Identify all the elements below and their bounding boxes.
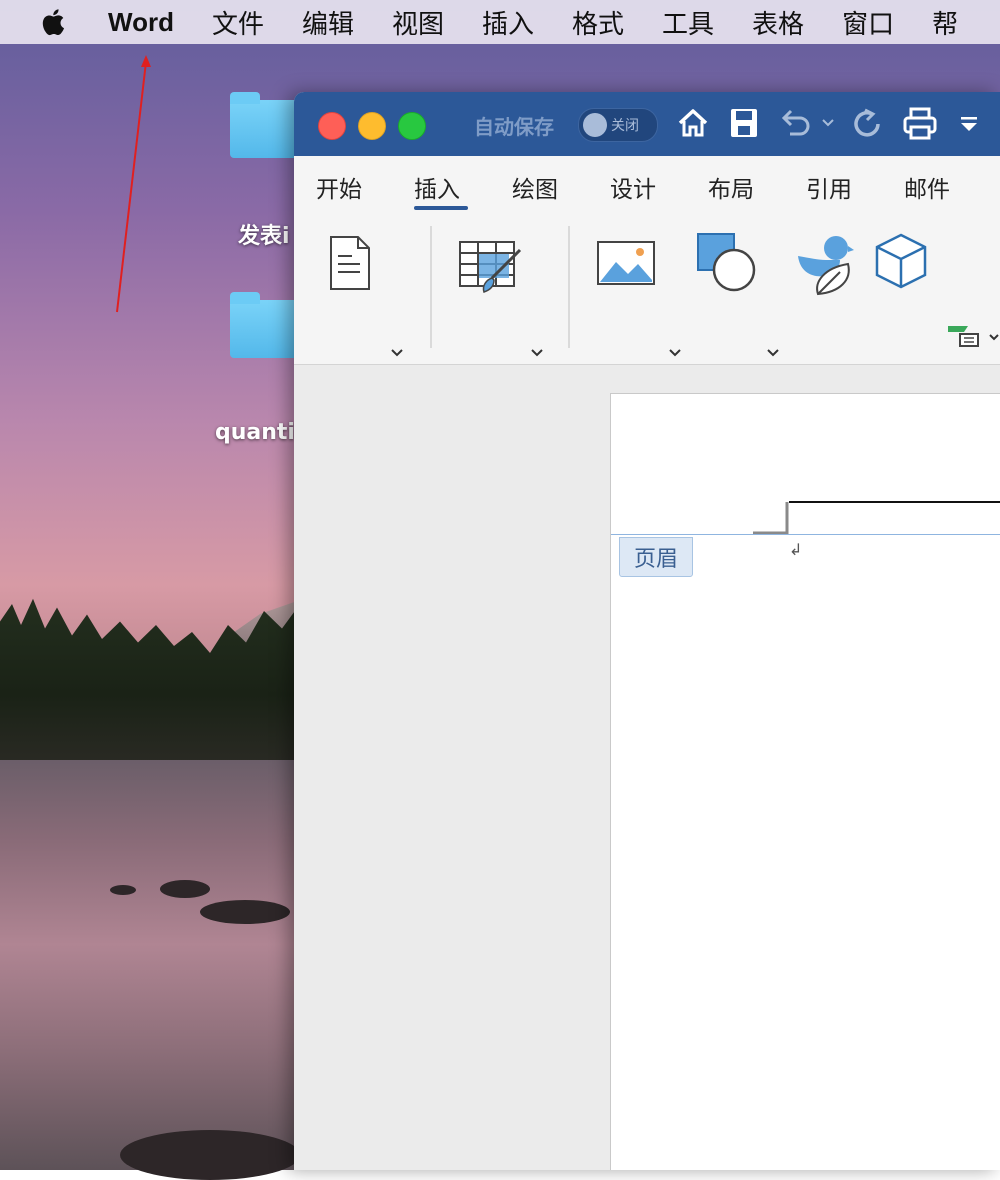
header-tag[interactable]: 页眉 [619,537,693,577]
fullscreen-window-button[interactable] [398,112,426,140]
icons-icon[interactable] [796,232,856,296]
minimize-window-button[interactable] [358,112,386,140]
menu-item-help[interactable]: 帮 [932,4,958,41]
tab-insert[interactable]: 插入 [414,170,460,204]
tab-references[interactable]: 引用 [806,170,852,204]
smartart-dropdown-icon[interactable] [988,333,1000,343]
desktop-folder-label[interactable]: 发表i [238,218,290,250]
ribbon: 开始 插入 绘图 设计 布局 引用 邮件 页面 [294,156,1000,444]
menu-item-tools[interactable]: 工具 [662,4,714,41]
desktop-folder-icon[interactable] [230,292,300,358]
wallpaper-rock [120,1130,300,1180]
menu-item-file[interactable]: 文件 [212,4,264,41]
picture-icon[interactable] [596,240,656,286]
menu-item-view[interactable]: 视图 [392,4,444,41]
menu-item-format[interactable]: 格式 [572,4,624,41]
tab-home[interactable]: 开始 [316,170,362,204]
ribbon-divider [430,226,432,348]
menu-item-window[interactable]: 窗口 [842,4,894,41]
desktop-folder-icon[interactable] [230,92,300,158]
tab-layout[interactable]: 布局 [708,170,754,204]
macos-menu-bar: Word 文件 编辑 视图 插入 格式 工具 表格 窗口 帮 [0,0,1000,44]
wallpaper-rock [110,885,136,895]
autosave-label: 自动保存 [474,115,554,139]
active-tab-indicator [414,206,468,210]
undo-dropdown-icon[interactable] [820,116,836,130]
shapes-icon[interactable] [696,232,758,294]
menu-item-edit[interactable]: 编辑 [302,4,354,41]
autosave-toggle[interactable]: 关闭 [578,108,658,142]
redo-icon[interactable] [850,106,884,142]
menu-app-name[interactable]: Word [108,7,174,38]
desktop-folder-label[interactable]: quanti [215,420,295,445]
tab-design[interactable]: 设计 [610,170,656,204]
smartart-icon[interactable] [946,324,982,350]
tab-draw[interactable]: 绘图 [512,170,558,204]
tab-mailings[interactable]: 邮件 [904,170,950,204]
ribbon-divider [568,226,570,348]
3d-model-icon[interactable] [874,232,928,290]
picture-dropdown-icon[interactable] [668,348,682,358]
close-window-button[interactable] [318,112,346,140]
document-page[interactable]: 页眉 ↲ [610,393,1000,1170]
wallpaper-lake [0,760,300,1170]
home-icon[interactable] [676,106,710,140]
customize-toolbar-icon[interactable] [958,114,980,134]
menu-item-insert[interactable]: 插入 [482,4,534,41]
wallpaper-rock [200,900,290,924]
word-window: 自动保存 关闭 开始 插入 绘图 设计 布局 引用 邮件 页眉 ↲ [294,92,1000,1170]
title-bar: 自动保存 关闭 [294,92,1000,156]
table-icon[interactable] [458,240,522,296]
header-margin-marks [753,501,1000,535]
print-icon[interactable] [902,106,938,142]
undo-icon[interactable] [778,106,812,140]
page-dropdown-icon[interactable] [390,348,404,358]
autosave-toggle-knob [583,113,607,137]
menu-item-table[interactable]: 表格 [752,4,804,41]
save-icon[interactable] [728,106,760,140]
document-canvas[interactable]: 页眉 ↲ [294,365,1000,1170]
paragraph-mark: ↲ [789,540,803,559]
autosave-state: 关闭 [611,118,639,134]
wallpaper-rock [160,880,210,898]
shapes-dropdown-icon[interactable] [766,348,780,358]
page-icon[interactable] [328,234,372,292]
table-dropdown-icon[interactable] [530,348,544,358]
header-boundary-line [611,534,1000,535]
apple-icon[interactable] [40,6,70,38]
